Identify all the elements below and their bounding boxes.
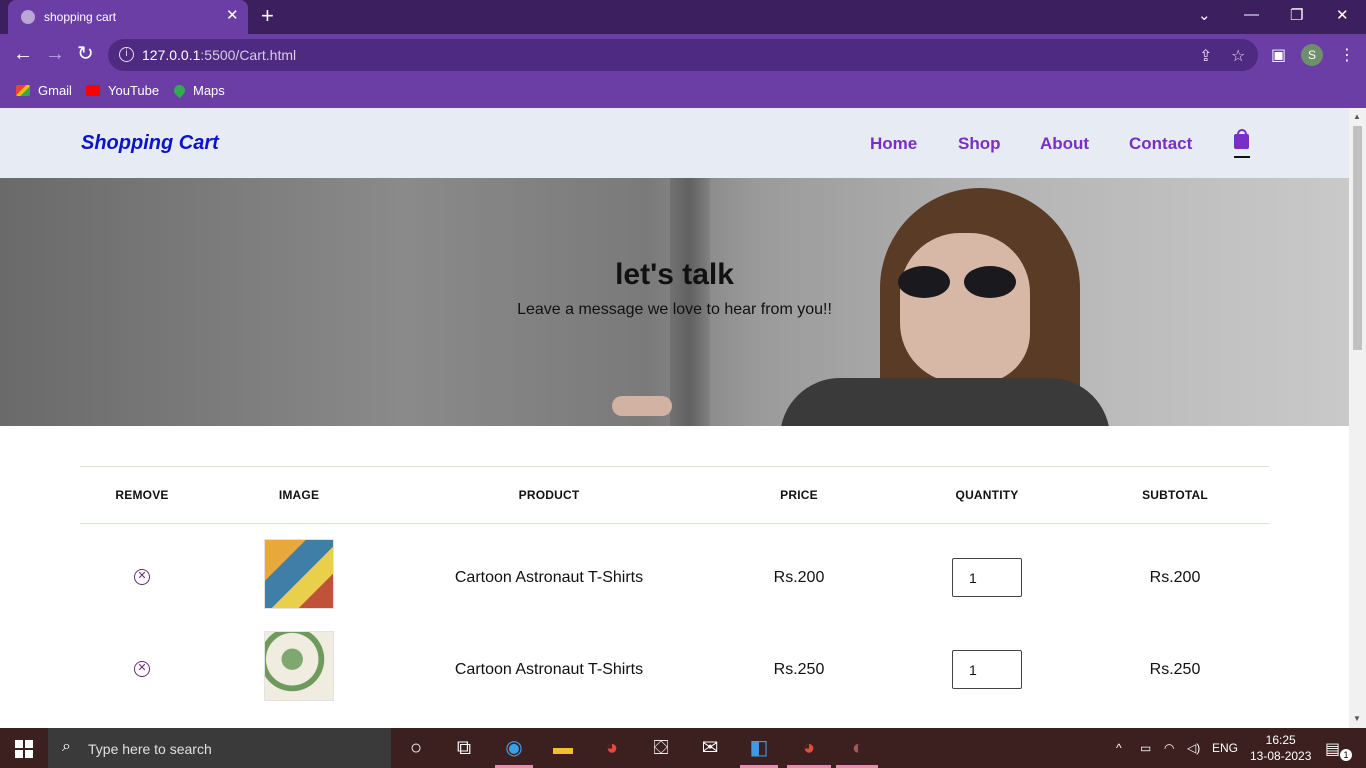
share-icon[interactable]: ⇪ <box>1199 46 1212 66</box>
cart-table-header: REMOVE IMAGE PRODUCT PRICE QUANTITY SUBT… <box>80 466 1269 524</box>
page-scrollbar[interactable]: ▲ ▼ <box>1349 108 1366 728</box>
reload-icon[interactable]: ↻ <box>77 44 94 64</box>
active-nav-underline <box>1234 156 1250 158</box>
gmail-icon <box>16 85 30 96</box>
remove-circle-icon[interactable]: ✕ <box>134 569 150 585</box>
tab-strip: shopping cart ✕ + ⌄ — ❐ ✕ <box>0 0 1366 34</box>
bookmarks-bar: Gmail YouTube Maps <box>0 76 1366 108</box>
table-row: ✕ Cartoon Astronaut T-Shirts Rs.200 Rs.2… <box>80 524 1269 616</box>
chevron-up-icon[interactable]: ^ <box>1116 741 1122 755</box>
scroll-down-icon[interactable]: ▼ <box>1353 714 1361 723</box>
bookmark-maps[interactable]: Maps <box>171 82 225 99</box>
clock-time: 16:25 <box>1265 733 1296 747</box>
hero-banner: let's talk Leave a message we love to he… <box>0 178 1349 426</box>
url-path: :5500/Cart.html <box>200 47 297 63</box>
info-icon[interactable]: i <box>119 47 134 62</box>
app-icon[interactable]: ◐ <box>845 736 871 760</box>
browser-tab[interactable]: shopping cart ✕ <box>8 0 248 34</box>
product-name: Cartoon Astronaut T-Shirts <box>454 569 644 586</box>
hero-model-jacket <box>780 378 1110 426</box>
product-subtotal: Rs.250 <box>1149 661 1201 678</box>
shopping-bag-icon[interactable] <box>1234 129 1249 149</box>
nav-about[interactable]: About <box>1040 134 1089 154</box>
tab-title: shopping cart <box>44 10 117 24</box>
mail-icon[interactable]: ✉ <box>697 736 723 760</box>
forward-arrow-icon[interactable]: → <box>45 44 65 64</box>
bookmark-gmail[interactable]: Gmail <box>16 83 72 98</box>
bookmark-youtube[interactable]: YouTube <box>86 83 159 98</box>
menu-kebab-icon[interactable]: ⋮ <box>1339 45 1355 65</box>
scrollbar-thumb[interactable] <box>1353 126 1362 350</box>
volume-icon[interactable]: ◁) <box>1187 741 1200 755</box>
product-image <box>264 539 334 609</box>
site-logo[interactable]: Shopping Cart <box>81 132 219 155</box>
search-icon: ⌕ <box>62 738 71 755</box>
remove-circle-icon[interactable]: ✕ <box>134 661 150 677</box>
product-image <box>264 631 334 701</box>
vscode-icon[interactable]: ◧ <box>746 736 772 760</box>
header-quantity: QUANTITY <box>955 488 1019 502</box>
product-subtotal: Rs.200 <box>1149 569 1201 586</box>
product-price: Rs.250 <box>773 661 825 678</box>
side-panel-icon[interactable]: ▣ <box>1271 45 1286 65</box>
language-indicator[interactable]: ENG <box>1212 741 1238 755</box>
web-page: Shopping Cart Home Shop About Contact le… <box>0 108 1366 728</box>
store-icon[interactable]: ⛋ <box>648 736 674 760</box>
nav-contact[interactable]: Contact <box>1129 134 1192 154</box>
wifi-icon[interactable]: ◠ <box>1164 741 1174 755</box>
new-tab-button[interactable]: + <box>261 5 274 27</box>
header-product: PRODUCT <box>518 488 580 502</box>
browser-toolbar: ← → ↻ i 127.0.0.1:5500/Cart.html ⇪ ☆ ▣ S… <box>0 34 1366 76</box>
header-remove: REMOVE <box>115 488 169 502</box>
nav-home[interactable]: Home <box>870 134 917 154</box>
notification-count: 1 <box>1340 749 1352 761</box>
header-price: PRICE <box>780 488 818 502</box>
file-explorer-icon[interactable]: ▬ <box>550 736 576 760</box>
quantity-input[interactable] <box>952 650 1022 689</box>
youtube-icon <box>86 85 100 96</box>
close-window-button[interactable]: ✕ <box>1336 6 1349 24</box>
back-arrow-icon[interactable]: ← <box>13 44 33 64</box>
edge-icon[interactable]: ◉ <box>501 736 527 760</box>
maps-icon <box>171 82 188 99</box>
address-bar[interactable]: i 127.0.0.1:5500/Cart.html ⇪ ☆ <box>108 39 1258 71</box>
hero-title: let's talk <box>615 258 734 291</box>
chrome-icon[interactable]: ◕ <box>599 736 625 760</box>
windows-start-icon[interactable] <box>15 740 33 758</box>
task-view-icon[interactable]: ⧉ <box>451 736 477 760</box>
header-subtotal: SUBTOTAL <box>1142 488 1208 502</box>
hero-subtitle: Leave a message we love to hear from you… <box>517 301 832 318</box>
site-header: Shopping Cart Home Shop About Contact <box>0 108 1349 178</box>
minimize-button[interactable]: — <box>1244 6 1259 23</box>
bookmark-star-icon[interactable]: ☆ <box>1231 46 1245 66</box>
globe-icon <box>21 10 35 24</box>
battery-icon[interactable]: ▭ <box>1140 741 1151 755</box>
notifications-icon[interactable]: ▤ <box>1325 739 1340 759</box>
restore-button[interactable]: ❐ <box>1290 6 1303 24</box>
profile-avatar[interactable]: S <box>1301 44 1323 66</box>
bookmark-label: YouTube <box>108 83 160 98</box>
product-name: Cartoon Astronaut T-Shirts <box>454 661 644 678</box>
url-text[interactable]: 127.0.0.1:5500/Cart.html <box>142 47 296 63</box>
nav-shop[interactable]: Shop <box>958 134 1001 154</box>
clock-date: 13-08-2023 <box>1250 749 1312 763</box>
taskbar-search-box[interactable]: ⌕ Type here to search <box>48 728 391 768</box>
windows-taskbar: ⌕ Type here to search ○ ⧉ ◉ ▬ ◕ ⛋ ✉ ◧ ◕ … <box>0 728 1366 768</box>
quantity-input[interactable] <box>952 558 1022 597</box>
table-row: ✕ Cartoon Astronaut T-Shirts Rs.250 Rs.2… <box>80 616 1269 708</box>
cart-table: REMOVE IMAGE PRODUCT PRICE QUANTITY SUBT… <box>80 466 1269 708</box>
hero-hand <box>612 396 672 416</box>
product-price: Rs.200 <box>773 569 825 586</box>
tab-close-icon[interactable]: ✕ <box>226 8 239 24</box>
tab-search-icon[interactable]: ⌄ <box>1198 6 1211 24</box>
chrome-profile-icon[interactable]: ◕ <box>796 736 822 760</box>
url-host: 127.0.0.1 <box>142 47 201 63</box>
scroll-up-icon[interactable]: ▲ <box>1353 112 1361 121</box>
header-image: IMAGE <box>278 488 320 502</box>
bookmark-label: Maps <box>193 83 225 98</box>
search-placeholder: Type here to search <box>88 741 212 757</box>
bookmark-label: Gmail <box>38 83 72 98</box>
taskbar-clock[interactable]: 16:25 13-08-2023 <box>1250 732 1311 764</box>
cortana-icon[interactable]: ○ <box>403 736 429 760</box>
